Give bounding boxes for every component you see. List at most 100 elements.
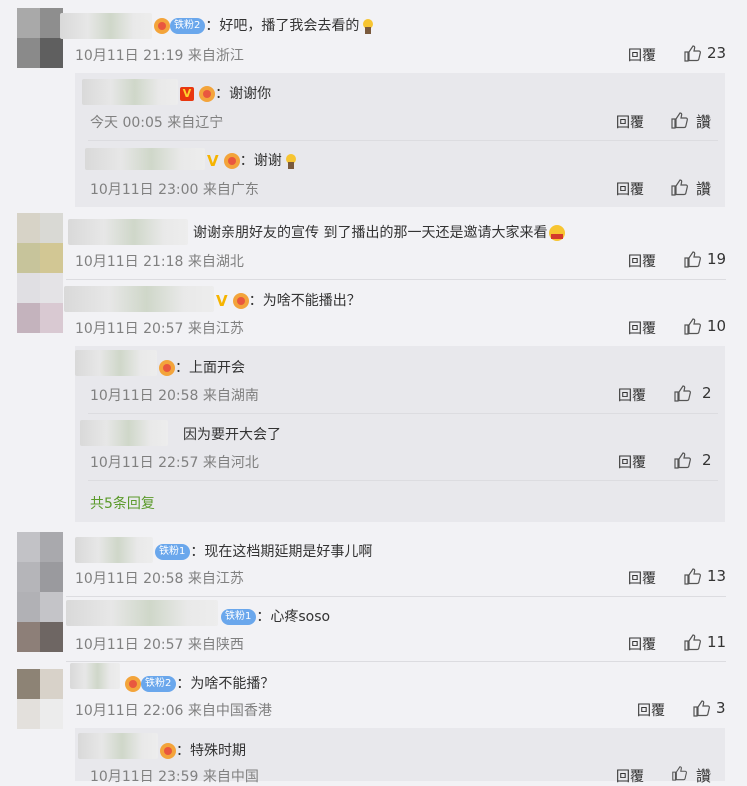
reply-time: 10月11日 23:59 来自中国: [90, 769, 259, 785]
reply-button[interactable]: 回覆: [628, 634, 656, 654]
reply-text: 因为要开大会了: [183, 427, 281, 443]
like-label[interactable]: 讚: [696, 178, 711, 199]
username[interactable]: [85, 148, 205, 170]
username[interactable]: [60, 13, 152, 39]
like-icon[interactable]: [683, 44, 701, 62]
avatar[interactable]: [17, 669, 63, 729]
like-count: 3: [716, 699, 726, 717]
avatar[interactable]: [17, 273, 63, 333]
reply-time: 10月11日 23:00 来自广东: [90, 182, 259, 198]
reply-text: ：谢谢你: [215, 86, 272, 102]
reply-content: ：特殊时期: [160, 740, 246, 760]
comment-content: 铁粉2 ：为啥不能播？: [125, 673, 274, 693]
like-icon[interactable]: [673, 451, 691, 469]
comment-time: 10月11日 21:19 来自浙江: [75, 48, 244, 64]
reply-content: V ：谢谢你: [180, 83, 271, 103]
like-count: 2: [702, 384, 712, 402]
thumbs-up-emoji-icon: [359, 17, 377, 35]
reply-button[interactable]: 回覆: [616, 766, 644, 786]
reply-button[interactable]: 回覆: [618, 385, 646, 405]
like-label[interactable]: 讚: [696, 111, 711, 132]
like-icon[interactable]: [683, 567, 701, 585]
divider: [88, 480, 718, 481]
reply-text: ：特殊时期: [176, 743, 246, 759]
like-icon[interactable]: [670, 178, 688, 196]
like-count: 2: [702, 451, 712, 469]
fan-crown-icon: [125, 675, 141, 692]
divider: [88, 140, 718, 141]
fan-crown-icon: [160, 742, 176, 759]
username[interactable]: [82, 79, 178, 105]
reply-button[interactable]: 回覆: [616, 112, 644, 132]
like-icon[interactable]: [692, 699, 710, 717]
username[interactable]: [80, 420, 168, 446]
reply-button[interactable]: 回覆: [628, 251, 656, 271]
reply-button[interactable]: 回覆: [628, 568, 656, 588]
fan-badge: 铁粉1: [155, 543, 191, 560]
like-icon[interactable]: [683, 250, 701, 268]
like-count: 10: [707, 317, 727, 335]
username[interactable]: [75, 350, 157, 376]
thumbs-up-emoji-icon: [282, 152, 300, 170]
comment-time: 10月11日 21:18 来自湖北: [75, 254, 244, 270]
comment-content: V ：为啥不能播出？: [216, 290, 361, 310]
like-label[interactable]: 讚: [696, 765, 711, 786]
username[interactable]: [68, 219, 188, 245]
avatar[interactable]: [17, 213, 63, 273]
reply-text: ：上面开会: [175, 360, 245, 376]
username[interactable]: [64, 286, 214, 312]
like-count: 19: [707, 250, 727, 268]
comment-time: 10月11日 20:57 来自江苏: [75, 321, 244, 337]
fan-crown-icon: [232, 292, 249, 309]
reply-button[interactable]: 回覆: [616, 179, 644, 199]
fan-badge: 铁粉2: [170, 17, 206, 34]
reply-time: 今天 00:05 来自辽宁: [90, 115, 224, 131]
fan-crown-icon: [154, 17, 170, 34]
fan-badge: 铁粉1: [221, 608, 257, 625]
smile-emoji-icon: [547, 224, 566, 242]
comment-text: ：现在这档期延期是好事儿啊: [190, 544, 373, 560]
more-replies-link[interactable]: 共5条回复: [90, 493, 155, 513]
reply-button[interactable]: 回覆: [637, 700, 665, 720]
comment-time: 10月11日 22:06 来自中国香港: [75, 703, 272, 719]
like-count: 11: [707, 633, 727, 651]
reply-text: ：谢谢: [239, 153, 282, 169]
divider: [66, 596, 726, 597]
like-icon[interactable]: [673, 384, 691, 402]
avatar[interactable]: [17, 592, 63, 652]
comment-text-content: 谢谢亲朋好友的宣传 到了播出的那一天还是邀请大家来看: [193, 225, 548, 241]
username[interactable]: [75, 537, 153, 563]
fan-badge: 铁粉2: [141, 675, 177, 692]
like-icon[interactable]: [670, 765, 688, 781]
comment-text: 谢谢亲朋好友的宣传 到了播出的那一天还是邀请大家来看: [193, 222, 566, 242]
avatar[interactable]: [17, 8, 63, 68]
comment-text: ：为啥不能播？: [176, 676, 275, 692]
like-count: 23: [707, 44, 727, 62]
like-count: 13: [707, 567, 727, 585]
avatar[interactable]: [17, 532, 63, 592]
like-icon[interactable]: [683, 633, 701, 651]
comment-time: 10月11日 20:58 来自江苏: [75, 571, 244, 587]
username[interactable]: [78, 733, 158, 759]
reply-time: 10月11日 22:57 来自河北: [90, 455, 259, 471]
reply-content: ：上面开会: [159, 357, 245, 377]
fan-crown-icon: [159, 359, 175, 376]
reply-button[interactable]: 回覆: [618, 452, 646, 472]
username[interactable]: [66, 600, 218, 626]
like-icon[interactable]: [670, 111, 688, 129]
reply-content: V ：谢谢: [207, 150, 300, 170]
fan-crown-icon: [223, 152, 240, 169]
verified-v-icon: V: [180, 86, 194, 101]
like-icon[interactable]: [683, 317, 701, 335]
comment-text: ：为啥不能播出？: [248, 293, 361, 309]
comment-content: 铁粉2 ：好吧，播了我会去看的: [154, 15, 377, 39]
fan-crown-icon: [199, 85, 216, 102]
username[interactable]: [70, 663, 120, 689]
divider: [66, 661, 726, 662]
reply-button[interactable]: 回覆: [628, 45, 656, 65]
reply-button[interactable]: 回覆: [628, 318, 656, 338]
comment-content: 铁粉1 ：心疼soso: [221, 606, 330, 626]
reply-time: 10月11日 20:58 来自湖南: [90, 388, 259, 404]
comment-content: 铁粉1 ：现在这档期延期是好事儿啊: [155, 541, 372, 561]
comment-text: ：好吧，播了我会去看的: [205, 18, 360, 34]
